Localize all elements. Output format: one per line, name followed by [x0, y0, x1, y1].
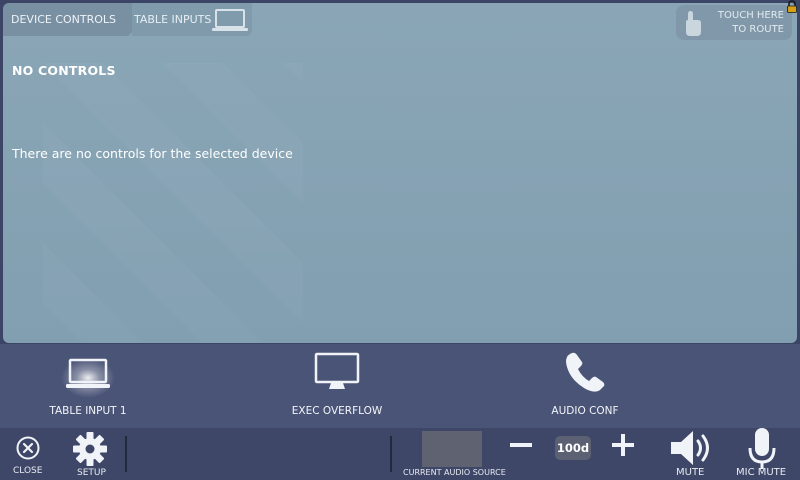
bottom-control-bar: CLOSE SETUP CURRENT AUDIO SOURCE 100d MU… [0, 428, 800, 480]
gear-icon [73, 432, 107, 466]
source-label: AUDIO CONF [551, 405, 619, 417]
tab-table-inputs[interactable]: TABLE INPUTS [132, 3, 252, 36]
speaker-icon [671, 431, 709, 465]
monitor-icon [314, 352, 360, 389]
setup-label: SETUP [77, 468, 106, 478]
volume-level: 100d [555, 436, 591, 460]
phone-icon [566, 352, 605, 392]
source-label: EXEC OVERFLOW [291, 405, 383, 417]
tab-device-controls[interactable]: DEVICE CONTROLS [3, 3, 132, 36]
touch-to-route-text: TOUCH HERE TO ROUTE [718, 9, 784, 37]
divider [125, 436, 127, 472]
background-pattern [43, 63, 303, 343]
laptop-icon [66, 358, 110, 388]
source-exec-overflow[interactable]: EXEC OVERFLOW [276, 344, 398, 428]
source-audio-conf[interactable]: AUDIO CONF [524, 344, 646, 428]
empty-state-message: There are no controls for the selected d… [12, 146, 293, 161]
mic-mute-button[interactable]: MIC MUTE [734, 428, 794, 480]
close-button[interactable]: CLOSE [8, 428, 48, 480]
hand-pointer-icon [686, 11, 701, 36]
source-strip: TABLE INPUT 1 EXEC OVERFLOW AUDIO CONF [0, 344, 800, 428]
mute-button[interactable]: MUTE [664, 428, 720, 480]
source-label: TABLE INPUT 1 [49, 405, 127, 417]
mute-label: MUTE [676, 467, 705, 478]
divider [390, 436, 392, 472]
microphone-icon [748, 428, 776, 469]
tab-table-inputs-label: TABLE INPUTS [134, 13, 212, 26]
laptop-icon [212, 9, 248, 31]
page-title: NO CONTROLS [12, 63, 116, 78]
main-panel: DEVICE CONTROLS TABLE INPUTS TOUCH HERE … [3, 3, 797, 343]
volume-up-button[interactable] [611, 433, 635, 457]
volume-down-button[interactable] [509, 441, 533, 449]
lock-icon [787, 0, 797, 13]
current-audio-source-swatch [422, 431, 482, 467]
touch-to-route-button[interactable]: TOUCH HERE TO ROUTE [676, 5, 792, 40]
mic-mute-label: MIC MUTE [736, 467, 787, 478]
current-audio-source-label: CURRENT AUDIO SOURCE [403, 468, 506, 477]
close-label: CLOSE [13, 466, 43, 476]
touch-line-1: TOUCH HERE [717, 10, 784, 21]
touch-line-2: TO ROUTE [732, 24, 784, 35]
close-icon [16, 436, 40, 460]
tab-device-controls-label: DEVICE CONTROLS [11, 13, 117, 26]
setup-button[interactable]: SETUP [68, 428, 114, 480]
source-table-input-1[interactable]: TABLE INPUT 1 [27, 344, 149, 428]
